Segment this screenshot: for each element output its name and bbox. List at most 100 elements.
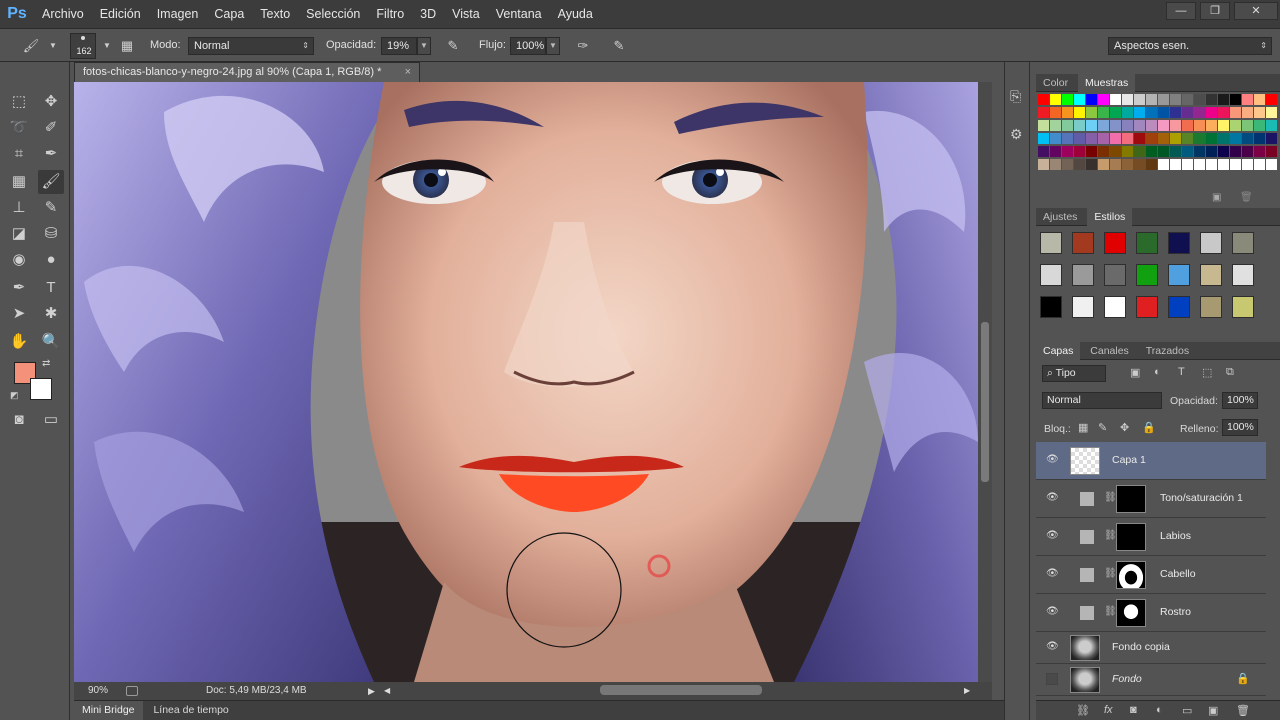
menu-imagen[interactable]: Imagen <box>149 0 207 28</box>
color-swatch[interactable] <box>1062 120 1073 131</box>
style-preset[interactable] <box>1104 264 1126 286</box>
style-preset[interactable] <box>1168 296 1190 318</box>
layer-row-fondo[interactable]: Fondo 🔒 <box>1036 664 1266 696</box>
color-swatch[interactable] <box>1062 146 1073 157</box>
lasso-tool-icon[interactable]: ➰ <box>6 116 32 140</box>
move-tool-icon[interactable]: ✥ <box>38 90 64 114</box>
clone-stamp-tool-icon[interactable]: ⊥ <box>6 196 32 220</box>
eye-icon[interactable]: 👁 <box>1046 492 1059 504</box>
color-swatch[interactable] <box>1230 133 1241 144</box>
brush-preset-icon[interactable]: 🖌 <box>20 36 42 56</box>
layer-row-cabello[interactable]: 👁 ⛓ Cabello <box>1036 556 1266 594</box>
color-swatch[interactable] <box>1218 107 1229 118</box>
eye-icon[interactable]: 👁 <box>1046 606 1059 618</box>
color-swatch[interactable] <box>1122 133 1133 144</box>
color-swatch[interactable] <box>1038 120 1049 131</box>
type-tool-icon[interactable]: T <box>38 276 64 300</box>
color-swatch[interactable] <box>1158 94 1169 105</box>
tab-muestras[interactable]: Muestras <box>1078 74 1136 92</box>
eye-icon[interactable]: 👁 <box>1046 454 1059 466</box>
opacity-dropdown-icon[interactable]: ▼ <box>417 37 431 55</box>
color-swatch[interactable] <box>1134 159 1145 170</box>
color-swatch[interactable] <box>1206 146 1217 157</box>
status-menu-arrow-icon[interactable]: ▶ <box>368 682 375 700</box>
color-swatch[interactable] <box>1218 120 1229 131</box>
color-swatch[interactable] <box>1158 120 1169 131</box>
mode-select[interactable]: Normal ⇕ <box>188 37 314 55</box>
flow-dropdown-icon[interactable]: ▼ <box>546 37 560 55</box>
style-preset[interactable] <box>1168 232 1190 254</box>
zoom-tool-icon[interactable]: 🔍 <box>38 330 64 354</box>
color-swatch[interactable] <box>1086 120 1097 131</box>
color-swatch[interactable] <box>1134 133 1145 144</box>
eraser-tool-icon[interactable]: ◪ <box>6 222 32 246</box>
add-mask-icon[interactable]: ◙ <box>1130 704 1137 716</box>
color-swatch[interactable] <box>1146 159 1157 170</box>
color-swatch[interactable] <box>1206 94 1217 105</box>
color-swatch[interactable] <box>1194 133 1205 144</box>
color-swatch[interactable] <box>1254 120 1265 131</box>
color-swatch[interactable] <box>1074 133 1085 144</box>
layer-row-tono-saturacion[interactable]: 👁 ⛓ Tono/saturación 1 <box>1036 480 1266 518</box>
style-preset[interactable] <box>1232 232 1254 254</box>
eyedropper-tool-icon[interactable]: ✒ <box>38 142 64 166</box>
minimize-icon[interactable]: — <box>1166 2 1196 20</box>
style-preset[interactable] <box>1200 296 1222 318</box>
filter-shape-icon[interactable]: ⬚ <box>1202 366 1212 379</box>
color-swatch[interactable] <box>1158 107 1169 118</box>
color-swatch[interactable] <box>1170 107 1181 118</box>
color-swatch[interactable] <box>1086 146 1097 157</box>
tab-timeline[interactable]: Línea de tiempo <box>145 701 236 720</box>
style-preset[interactable] <box>1040 232 1062 254</box>
color-swatch[interactable] <box>1218 133 1229 144</box>
crop-tool-icon[interactable]: ⌗ <box>6 142 32 166</box>
color-swatch[interactable] <box>1242 159 1253 170</box>
history-panel-icon[interactable]: ⎘ <box>1010 88 1021 105</box>
path-select-tool-icon[interactable]: ➤ <box>6 302 32 326</box>
color-swatch[interactable] <box>1182 94 1193 105</box>
color-swatch[interactable] <box>1074 159 1085 170</box>
color-swatch[interactable] <box>1086 133 1097 144</box>
scroll-thumb[interactable] <box>981 322 989 482</box>
layer-row-rostro[interactable]: 👁 ⛓ Rostro <box>1036 594 1266 632</box>
style-preset[interactable] <box>1232 296 1254 318</box>
color-swatch[interactable] <box>1086 159 1097 170</box>
color-swatch[interactable] <box>1110 159 1121 170</box>
style-preset[interactable] <box>1040 264 1062 286</box>
color-swatch[interactable] <box>1182 133 1193 144</box>
close-document-icon[interactable]: × <box>405 63 411 82</box>
tab-ajustes[interactable]: Ajustes <box>1036 208 1084 226</box>
color-swatch[interactable] <box>1098 133 1109 144</box>
marquee-tool-icon[interactable]: ⬚ <box>6 90 32 114</box>
color-swatch[interactable] <box>1134 94 1145 105</box>
color-swatch[interactable] <box>1230 94 1241 105</box>
tab-color[interactable]: Color <box>1036 74 1075 92</box>
new-swatch-icon[interactable]: ▣ <box>1212 192 1221 203</box>
menu-archivo[interactable]: Archivo <box>34 0 92 28</box>
tab-canales[interactable]: Canales <box>1083 342 1136 360</box>
pressure-opacity-icon[interactable]: ✎ <box>442 36 464 56</box>
tab-mini-bridge[interactable]: Mini Bridge <box>74 701 143 720</box>
color-swatch[interactable] <box>1158 146 1169 157</box>
color-swatch[interactable] <box>1146 146 1157 157</box>
filter-smart-object-icon[interactable]: ⧉ <box>1226 366 1234 379</box>
delete-layer-icon[interactable]: 🗑 <box>1236 704 1250 717</box>
pressure-size-icon[interactable]: ✎ <box>608 36 630 56</box>
menu-vista[interactable]: Vista <box>444 0 488 28</box>
color-swatch[interactable] <box>1074 120 1085 131</box>
color-swatch[interactable] <box>1242 120 1253 131</box>
color-swatch[interactable] <box>1122 94 1133 105</box>
color-swatch[interactable] <box>1266 120 1277 131</box>
color-swatch[interactable] <box>1038 159 1049 170</box>
style-preset[interactable] <box>1072 264 1094 286</box>
fill-input[interactable]: 100% <box>1222 419 1258 436</box>
layer-row-capa-1[interactable]: 👁 Capa 1 <box>1036 442 1266 480</box>
color-swatch[interactable] <box>1194 120 1205 131</box>
quick-mask-icon[interactable]: ◙ <box>6 408 32 432</box>
color-swatch[interactable] <box>1098 146 1109 157</box>
menu-ayuda[interactable]: Ayuda <box>550 0 601 28</box>
color-swatch[interactable] <box>1050 107 1061 118</box>
color-swatch[interactable] <box>1038 133 1049 144</box>
restore-icon[interactable]: ❐ <box>1200 2 1230 20</box>
color-swatch[interactable] <box>1086 94 1097 105</box>
